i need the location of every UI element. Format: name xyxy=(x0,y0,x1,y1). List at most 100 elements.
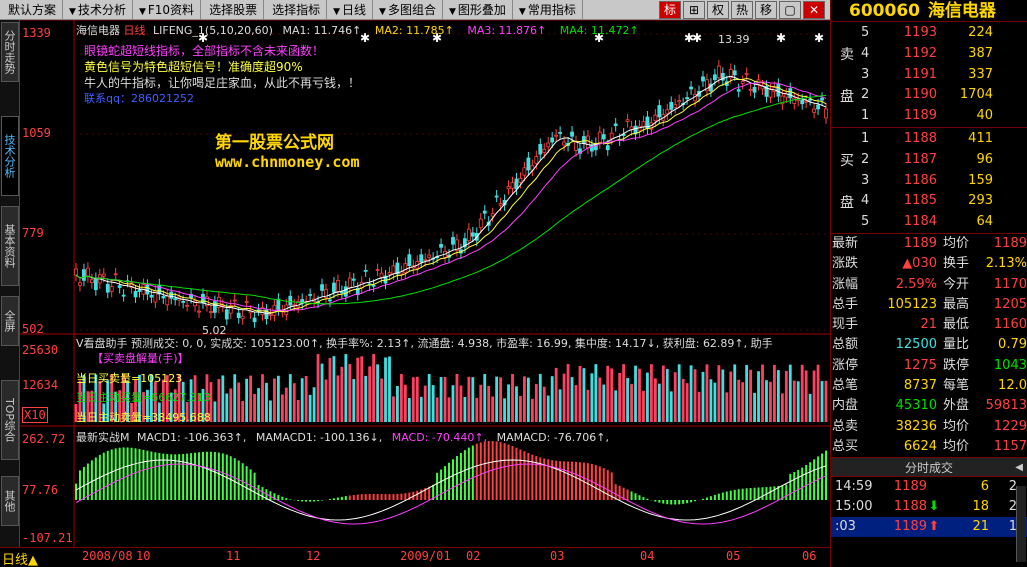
sidebar-tab[interactable]: 分时走势 xyxy=(1,22,19,82)
volume-bar xyxy=(610,368,614,422)
sell-level-row[interactable]: 1 1189 40 xyxy=(831,106,1027,127)
direction-arrow-icon: ⬇ xyxy=(928,499,940,515)
volume-bar xyxy=(225,393,229,422)
menu-item[interactable]: 选择指标 xyxy=(264,0,328,20)
buy-level-row[interactable]: 5 1184 64 xyxy=(831,212,1027,233)
candle-body xyxy=(308,294,313,296)
period-selector-label: 日线 xyxy=(2,553,29,567)
stat-label: 今开 xyxy=(943,276,970,292)
buy-level-row[interactable]: 1 1188 411 xyxy=(831,129,1027,150)
menu-item[interactable]: ▼ F10资料 xyxy=(133,0,202,20)
volume-bar xyxy=(626,377,629,422)
chevron-down-icon: ▼ xyxy=(379,6,386,17)
candle-body xyxy=(701,76,705,82)
ticks-title: 分时成交 xyxy=(904,461,953,476)
menu-item[interactable]: ▼ 多图组合 xyxy=(373,0,443,20)
sell-level-row[interactable]: 5 1193 224 xyxy=(831,23,1027,44)
stock-code: 600060 xyxy=(849,1,920,21)
sidebar-tab[interactable]: 全屏 xyxy=(1,296,19,346)
date-axis-label: 10 xyxy=(136,549,151,563)
volume-bar xyxy=(820,381,824,422)
volume-bar xyxy=(638,368,641,422)
candle-body xyxy=(407,254,412,266)
grid-button[interactable]: ⊞ xyxy=(683,0,705,19)
menu-item[interactable]: ▼ 日线 xyxy=(327,0,374,20)
volume-bar xyxy=(741,382,745,422)
stat-value: ▲030 xyxy=(902,256,937,272)
volume-bar xyxy=(511,374,514,422)
sell-level-row[interactable]: 3 1191 337 xyxy=(831,65,1027,86)
chevron-left-icon[interactable]: ◀ xyxy=(1015,458,1023,478)
candle-body xyxy=(808,98,813,101)
volume-bar xyxy=(574,385,578,422)
candle-body xyxy=(514,178,519,190)
volume-bar xyxy=(368,366,372,422)
sell-lvl: 1 xyxy=(861,108,870,124)
candle-body xyxy=(800,99,805,105)
ticks-header[interactable]: 分时成交 ◀ xyxy=(831,457,1027,478)
sidebar-tab[interactable]: 技术分析 xyxy=(1,116,19,196)
menu-item[interactable]: 选择股票 xyxy=(201,0,265,20)
candle-body xyxy=(101,273,106,277)
menu-item-label: F10资料 xyxy=(147,2,195,17)
tick-n: 2 xyxy=(1008,499,1017,515)
quote-stat-row: 总买 6624 均价 1157 xyxy=(831,437,1027,457)
restore-button[interactable]: ▢ xyxy=(779,0,801,19)
menu-item[interactable]: ▼ 图形叠加 xyxy=(443,0,513,20)
buy-level-row[interactable]: 2 1187 96 xyxy=(831,150,1027,171)
candle-body xyxy=(776,83,781,97)
volume-bar xyxy=(773,364,776,422)
stat-label: 均价 xyxy=(943,236,970,251)
volume-bar xyxy=(737,379,741,422)
rights-button[interactable]: 权 xyxy=(707,0,729,19)
candle-body xyxy=(752,86,757,93)
volume-bar xyxy=(729,371,733,422)
stat-value: 1157 xyxy=(993,438,1027,454)
note-line-3: 牛人的牛指标，让你喝足庄家血，从此不再亏钱，！ xyxy=(84,76,361,90)
date-axis-label: 06 xyxy=(802,549,817,563)
menu-item[interactable]: ▼ 常用指标 xyxy=(513,0,583,20)
volume-bar xyxy=(526,377,530,422)
ticks-scrollbar[interactable] xyxy=(1016,486,1026,562)
volume-bar xyxy=(435,397,439,422)
candle-body xyxy=(478,218,483,228)
buy-px: 1184 xyxy=(903,214,937,230)
candle-body xyxy=(209,311,213,313)
menu-item[interactable]: ▼ 技术分析 xyxy=(63,0,133,20)
buy-level-row[interactable]: 4 1185 293 xyxy=(831,191,1027,212)
volume-bar xyxy=(618,372,622,422)
mark-button[interactable]: 标 xyxy=(659,0,681,19)
candle-body xyxy=(586,135,590,149)
tick-row[interactable]: :03 1189 ⬆ 21 1 xyxy=(831,517,1027,538)
date-axis-bar: 日线▲ 2008/08 10 11 12 2009/01 02 03 04 05 06 xyxy=(0,547,830,567)
candle-body xyxy=(288,295,293,306)
tick-p: 1189 xyxy=(893,479,927,495)
hot-button[interactable]: 热 xyxy=(731,0,753,19)
volume-bar xyxy=(530,398,534,422)
sell-level-row[interactable]: 4 1192 387 xyxy=(831,44,1027,65)
signal-star-icon: ✱ xyxy=(814,31,824,45)
tick-row[interactable]: 14:59 1189 6 2 xyxy=(831,477,1027,497)
stat-label: 最新 xyxy=(832,236,859,251)
buy-level-row[interactable]: 3 1186 159 xyxy=(831,171,1027,192)
tick-row[interactable]: 15:00 1188 ⬇ 18 2 xyxy=(831,497,1027,517)
note-line-2: 黄色信号为特色超短信号！准确度超90% xyxy=(84,60,303,74)
menu-item[interactable]: 默认方案 xyxy=(0,0,64,20)
sidebar-tab[interactable]: 基本资料 xyxy=(1,206,19,286)
volume-bar xyxy=(499,377,503,422)
volume-bar xyxy=(372,354,376,422)
volume-bar xyxy=(249,375,253,422)
chart-area[interactable]: ✱ ✱ ✱ ✱ ✱ ✱ ✱ ✱ 海信电器 日线 LIFENG_1(5,10,20,60) MA… xyxy=(20,20,830,547)
buy-vol: 159 xyxy=(968,172,993,188)
mamacd-value: MAMACD: -76.706↑, xyxy=(496,431,609,444)
sell-level-row[interactable]: 2 1190 1704 xyxy=(831,85,1027,106)
period-selector[interactable]: 日线▲ xyxy=(2,549,50,567)
candle-body xyxy=(427,254,432,258)
sidebar-tab[interactable]: 其他 xyxy=(1,476,19,526)
candle-body xyxy=(165,295,170,306)
move-button[interactable]: 移 xyxy=(755,0,777,19)
close-button[interactable]: ✕ xyxy=(803,0,825,19)
sidebar-tab[interactable]: TOP综合 xyxy=(1,380,19,460)
volume-bar xyxy=(804,370,808,422)
candle-body xyxy=(197,310,201,313)
